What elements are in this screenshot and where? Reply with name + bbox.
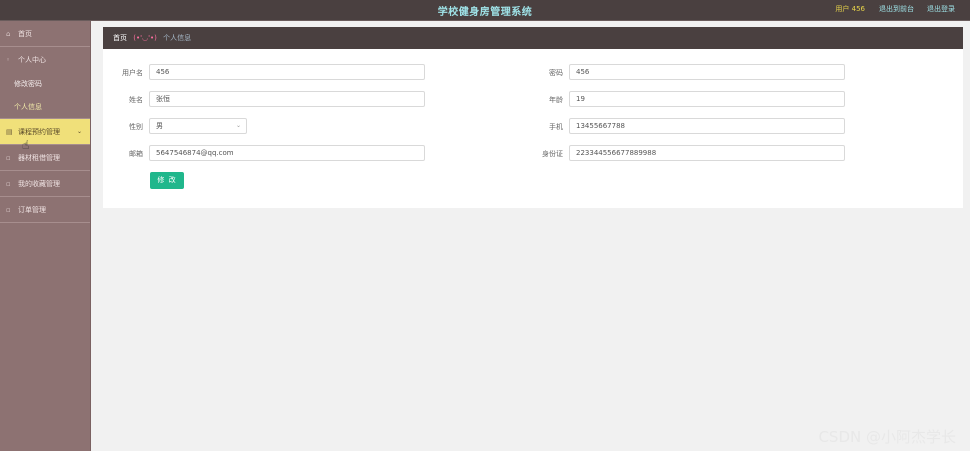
password-label: 密码 [549,69,563,77]
chevron-down-icon: ⌄ [76,128,82,135]
phone-field[interactable]: 13455667788 [569,118,845,134]
email-field[interactable]: 5647546874@qq.com [149,145,425,161]
chevron-down-icon: ⌄ [235,122,241,129]
sidebar-item-label: 首页 [18,30,32,38]
sidebar-item-my-favorites[interactable]: ▫ 我的收藏管理 [0,171,90,197]
user-label: 用户 456 [835,5,865,13]
age-field[interactable]: 19 [569,91,845,107]
sidebar-item-label: 课程预约管理 [18,128,60,136]
idcard-field[interactable]: 223344556677889988 [569,145,845,161]
person-icon: ◦ [6,56,11,64]
email-label: 邮箱 [129,150,143,158]
breadcrumb-emoji: (•'◡'•) [133,34,157,42]
sidebar-subitem-personal-info[interactable]: 个人信息 [0,96,90,119]
watermark: CSDN @小阿杰学长 [818,428,956,446]
username-label: 用户名 [122,69,143,77]
equipment-icon: ▫ [6,154,11,162]
age-label: 年龄 [549,96,563,104]
app-title: 学校健身房管理系统 [437,7,533,18]
sidebar-item-equipment-rental[interactable]: ▫ 器材租借管理 [0,145,90,171]
breadcrumb-home[interactable]: 首页 [113,34,127,42]
home-icon: ⌂ [6,30,11,38]
sidebar-item-label: 订单管理 [18,206,46,214]
gender-label: 性别 [129,123,143,131]
name-label: 姓名 [129,96,143,104]
sidebar-item-course-booking[interactable]: ▤ 课程预约管理 ⌄ [0,119,90,145]
order-icon: ▫ [6,206,11,214]
phone-label: 手机 [549,123,563,131]
sidebar-item-label: 器材租借管理 [18,154,60,162]
sidebar-item-label: 我的收藏管理 [18,180,60,188]
breadcrumb: 首页 (•'◡'•) 个人信息 [103,27,963,49]
top-bar: 学校健身房管理系统 用户 456 退出到前台 退出登录 [0,0,970,21]
hand-cursor-icon: ☝ [22,138,30,152]
breadcrumb-current: 个人信息 [163,34,192,42]
list-icon: ▤ [6,128,13,136]
password-field[interactable]: 456 [569,64,845,80]
profile-form: 用户名 456 密码 456 姓名 张恒 年龄 19 性别 男 ⌄ 手机 134… [103,49,963,208]
logout-link[interactable]: 退出登录 [927,4,955,14]
favorite-icon: ▫ [6,180,11,188]
sidebar-item-label: 个人中心 [18,56,46,64]
sidebar-item-orders[interactable]: ▫ 订单管理 [0,197,90,223]
idcard-label: 身份证 [542,150,563,158]
sidebar-subitem-change-password[interactable]: 修改密码 [0,73,90,96]
submit-button[interactable]: 修 改 [150,172,184,189]
sidebar: ⌂ 首页 ◦ 个人中心 修改密码 个人信息 ▤ 课程预约管理 ⌄ ▫ 器材租借管… [0,21,91,451]
sidebar-item-home[interactable]: ⌂ 首页 [0,21,90,47]
gender-select[interactable]: 男 ⌄ [149,118,247,134]
back-to-frontend-link[interactable]: 退出到前台 [879,4,914,14]
gender-select-value: 男 [156,122,163,130]
sidebar-item-personal-center[interactable]: ◦ 个人中心 [0,47,90,73]
username-field[interactable]: 456 [149,64,425,80]
name-field[interactable]: 张恒 [149,91,425,107]
